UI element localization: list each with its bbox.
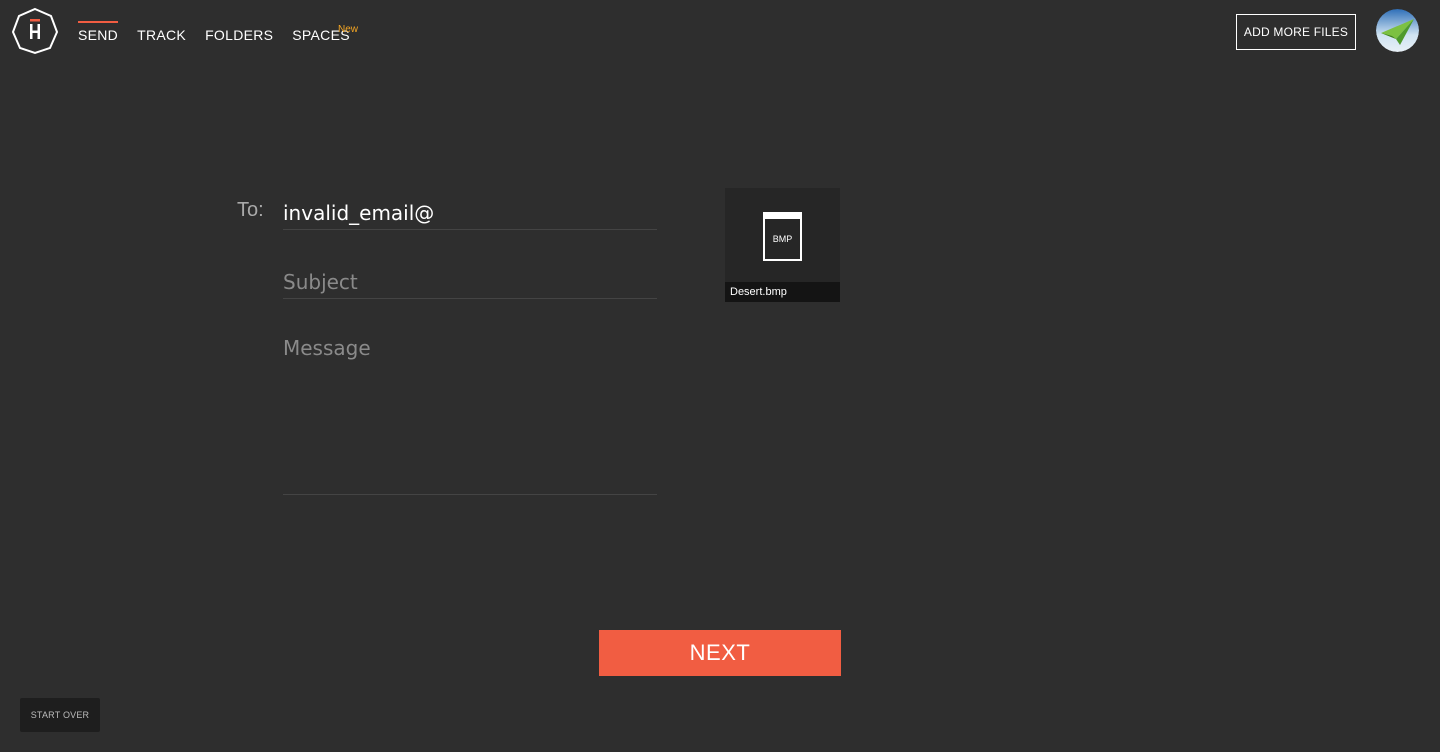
page: SEND TRACK FOLDERS SPACES New ADD MORE F… — [0, 0, 1440, 752]
to-label: To: — [237, 199, 264, 221]
to-email-input[interactable] — [283, 196, 657, 230]
avatar[interactable] — [1376, 9, 1419, 52]
file-tile[interactable]: BMP Desert.bmp — [725, 188, 840, 302]
start-over-button[interactable]: START OVER — [20, 698, 100, 732]
new-badge: New — [338, 24, 359, 35]
nav-track[interactable]: TRACK — [137, 0, 186, 43]
nav-send[interactable]: SEND — [78, 0, 119, 43]
message-textarea[interactable] — [283, 336, 657, 495]
subject-input[interactable] — [283, 265, 657, 299]
nav-spaces[interactable]: SPACES — [292, 0, 350, 43]
file-type-label: BMP — [772, 234, 793, 244]
paper-plane-avatar-icon — [1376, 9, 1419, 52]
next-button[interactable]: NEXT — [599, 630, 841, 676]
add-more-files-button[interactable]: ADD MORE FILES — [1236, 14, 1356, 50]
nav-folders[interactable]: FOLDERS — [205, 0, 273, 43]
file-name: Desert.bmp — [725, 282, 840, 302]
main-nav: SEND TRACK FOLDERS SPACES — [78, 0, 369, 70]
hightail-logo-icon[interactable] — [11, 7, 59, 55]
